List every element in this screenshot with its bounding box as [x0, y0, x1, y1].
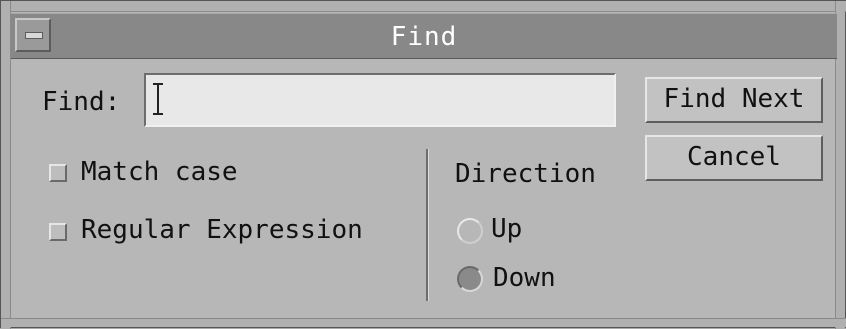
i-beam-cursor-icon	[153, 83, 163, 115]
find-dialog: Find Find: Find Next Cancel Match case R…	[0, 0, 846, 329]
match-case-label: Match case	[81, 157, 238, 187]
find-label: Find:	[42, 87, 121, 117]
match-case-checkbox[interactable]	[49, 164, 67, 182]
window-title: Find	[390, 22, 458, 52]
title-bar[interactable]: Find	[11, 13, 837, 59]
direction-up-radio[interactable]	[457, 218, 483, 244]
direction-up-label: Up	[491, 214, 523, 244]
find-next-button[interactable]: Find Next	[645, 77, 823, 123]
cancel-button[interactable]: Cancel	[645, 135, 823, 181]
regular-expression-checkbox[interactable]	[49, 223, 67, 241]
options-divider	[426, 149, 429, 301]
regular-expression-label: Regular Expression	[81, 215, 363, 245]
direction-down-label: Down	[493, 263, 556, 293]
window-frame-left[interactable]	[1, 1, 11, 329]
window-frame-top[interactable]	[1, 1, 846, 12]
direction-down-radio[interactable]	[457, 266, 483, 292]
find-input[interactable]	[144, 73, 616, 127]
direction-label: Direction	[455, 159, 596, 189]
window-frame-bottom[interactable]	[1, 318, 846, 327]
